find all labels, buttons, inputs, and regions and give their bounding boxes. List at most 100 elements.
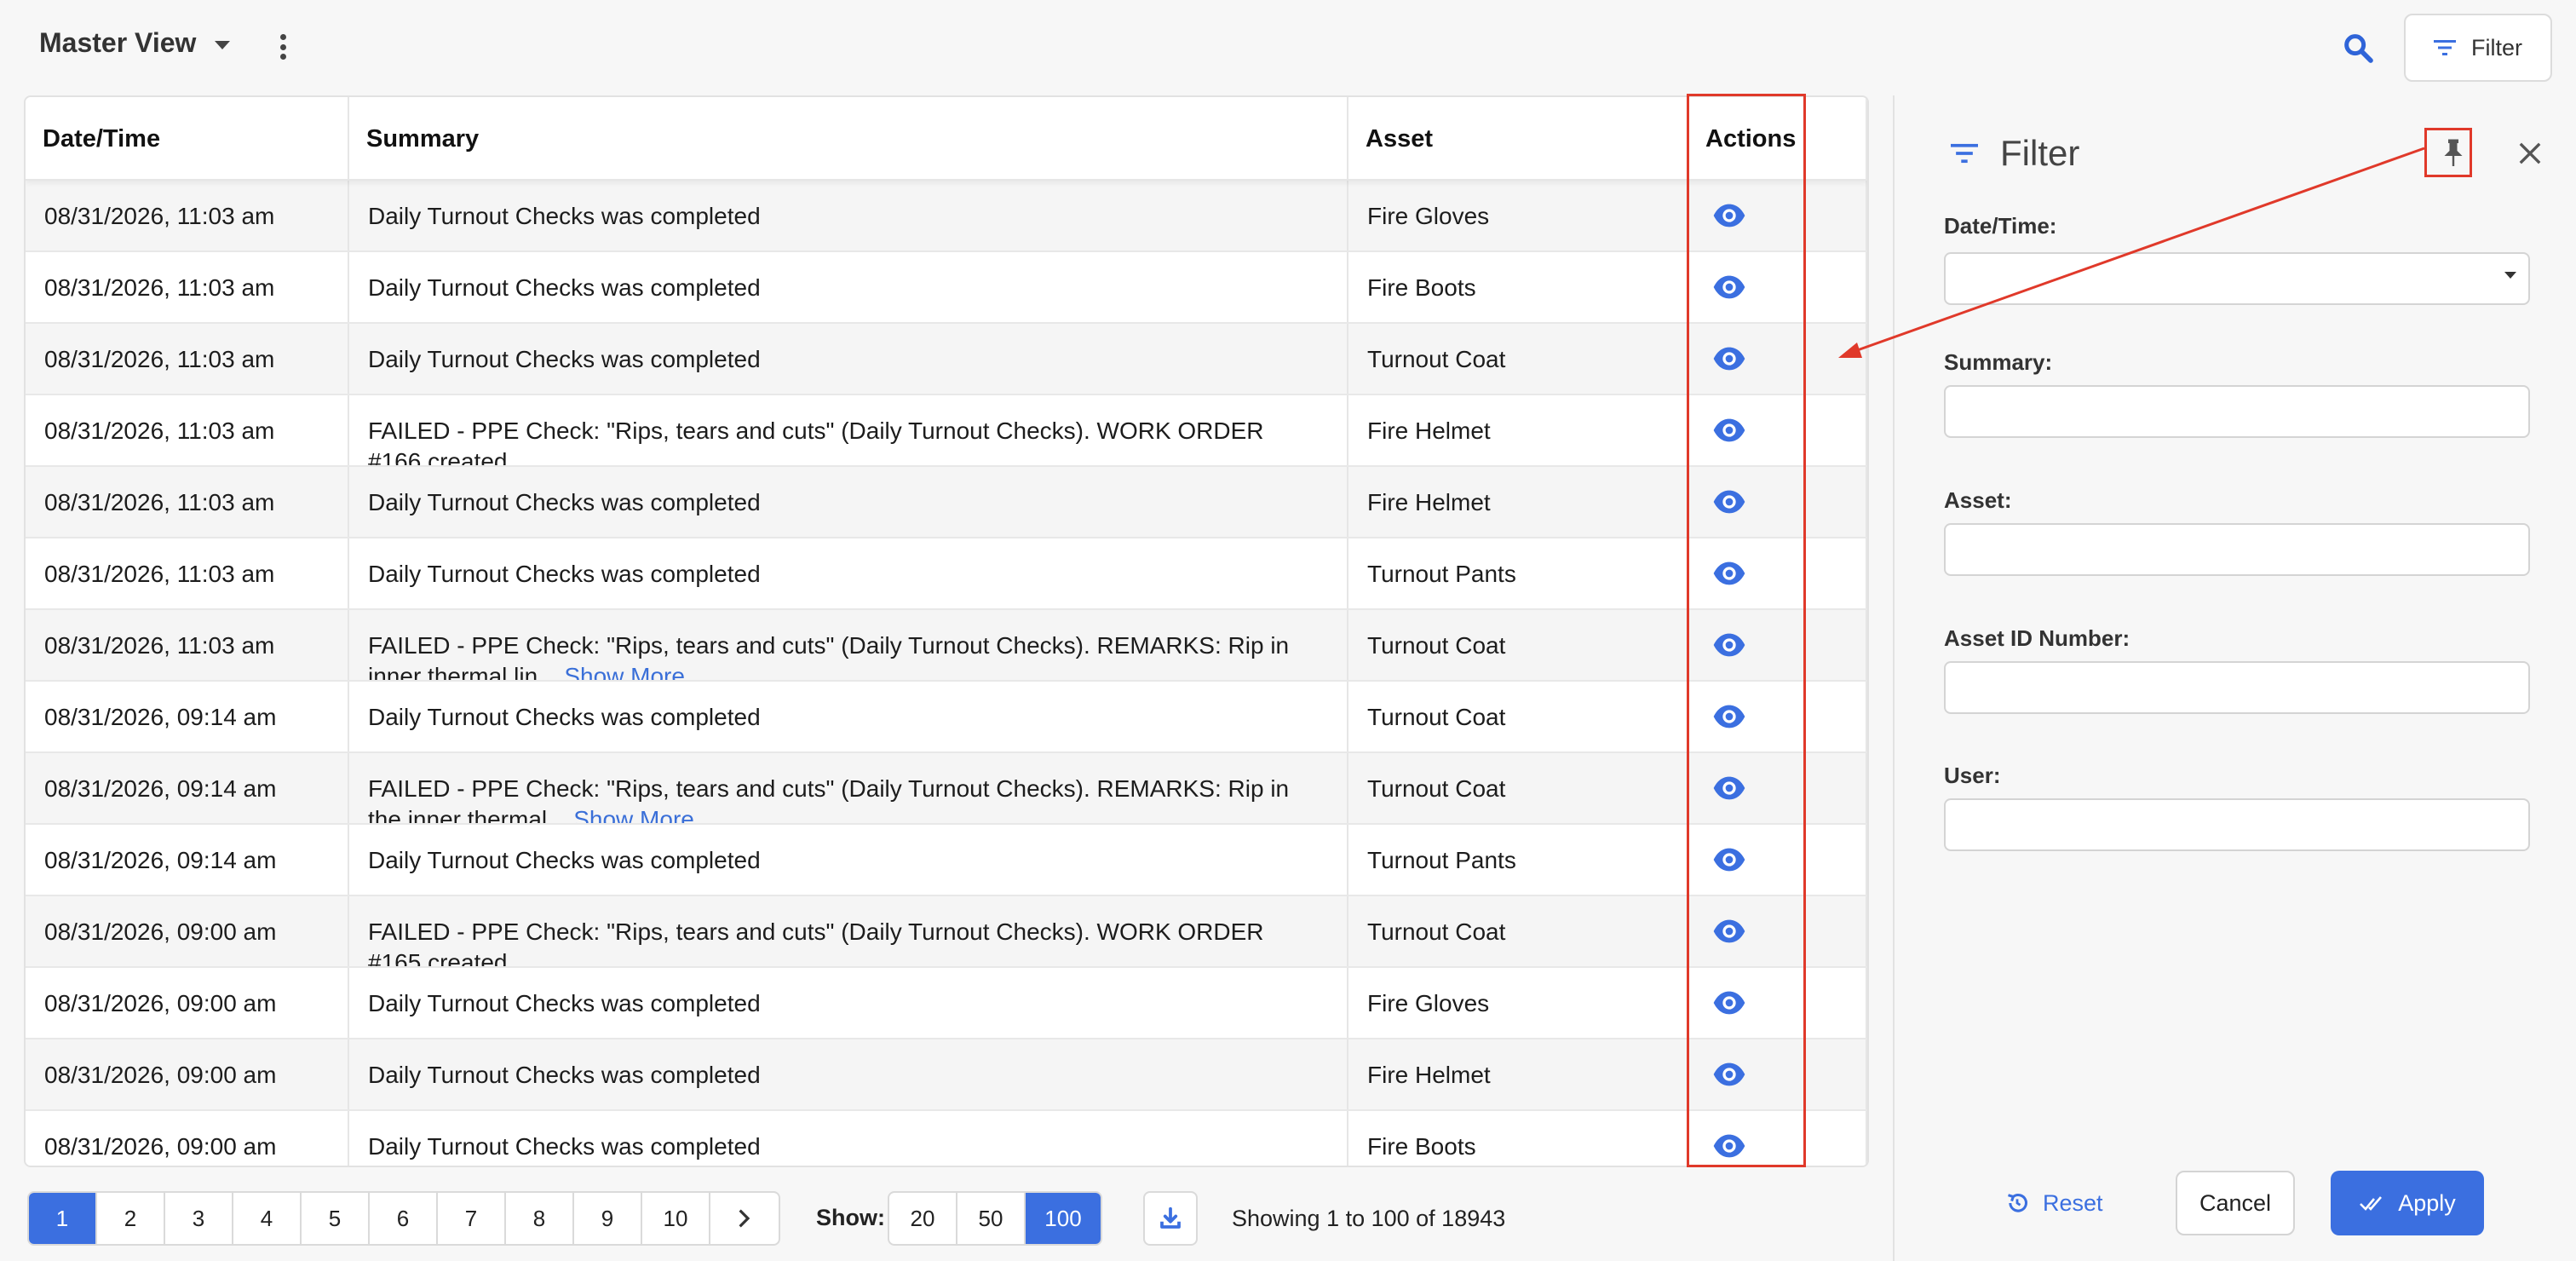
page-size-100[interactable]: 100 [1026,1193,1101,1244]
table-row[interactable]: 08/31/2026, 11:03 am Daily Turnout Checks… [26,252,1867,324]
page-button-7[interactable]: 7 [438,1193,506,1244]
cell-actions [1688,753,1867,823]
cell-asset: Turnout Coat [1348,324,1688,394]
summary-text: Daily Turnout Checks was completed [368,990,761,1016]
cell-asset: Turnout Coat [1348,753,1688,823]
column-header-summary[interactable]: Summary [349,97,1348,181]
cell-summary: Daily Turnout Checks was completed [349,324,1348,394]
show-more-link[interactable]: Show More [573,806,694,823]
cell-datetime: 08/31/2026, 11:03 am [26,324,349,394]
table-row[interactable]: 08/31/2026, 11:03 am FAILED - PPE Check: … [26,395,1867,467]
cell-datetime: 08/31/2026, 11:03 am [26,252,349,322]
page-button-2[interactable]: 2 [97,1193,165,1244]
cell-asset: Turnout Pants [1348,825,1688,895]
summary-input[interactable] [1944,385,2530,438]
page-button-9[interactable]: 9 [574,1193,642,1244]
column-header-datetime[interactable]: Date/Time [26,97,349,181]
cell-asset: Fire Helmet [1348,395,1688,465]
history-icon [2008,1194,2027,1212]
cell-summary: Daily Turnout Checks was completed [349,181,1348,250]
column-header-asset[interactable]: Asset [1348,97,1688,181]
view-eye-icon[interactable] [1712,1057,1746,1091]
show-more-link[interactable]: Show More [564,663,685,680]
table-row[interactable]: 08/31/2026, 09:00 am Daily Turnout Checks… [26,968,1867,1039]
table-row[interactable]: 08/31/2026, 11:03 am Daily Turnout Checks… [26,181,1867,252]
page-button-8[interactable]: 8 [506,1193,574,1244]
table-row[interactable]: 08/31/2026, 11:03 am Daily Turnout Checks… [26,538,1867,610]
top-bar: Master View Filter [0,0,2576,95]
search-button[interactable] [2341,31,2375,65]
cancel-button[interactable]: Cancel [2176,1171,2295,1235]
view-selector[interactable]: Master View [39,27,231,59]
table-row[interactable]: 08/31/2026, 11:03 am Daily Turnout Checks… [26,324,1867,395]
apply-button[interactable]: Apply [2331,1171,2484,1235]
page-size-20[interactable]: 20 [889,1193,957,1244]
show-label: Show: [816,1205,885,1230]
search-icon [2344,34,2373,63]
page-button-1[interactable]: 1 [29,1193,97,1244]
events-table: Date/Time Summary Asset Actions 08/31/20… [24,95,1869,1167]
more-options-icon[interactable] [274,34,291,60]
view-eye-icon[interactable] [1712,199,1746,233]
table-row[interactable]: 08/31/2026, 09:14 am Daily Turnout Checks… [26,825,1867,896]
cell-actions [1688,610,1867,680]
view-eye-icon[interactable] [1712,771,1746,805]
cell-summary: FAILED - PPE Check: "Rips, tears and cut… [349,395,1348,465]
page-button-4[interactable]: 4 [233,1193,302,1244]
view-eye-icon[interactable] [1712,986,1746,1020]
cell-actions [1688,682,1867,751]
page-button-6[interactable]: 6 [370,1193,438,1244]
view-eye-icon[interactable] [1712,556,1746,590]
page-button-5[interactable]: 5 [302,1193,370,1244]
chevron-right-icon [739,1209,750,1228]
cell-summary: Daily Turnout Checks was completed [349,538,1348,608]
table-row[interactable]: 08/31/2026, 09:14 am Daily Turnout Checks… [26,682,1867,753]
cell-summary: Daily Turnout Checks was completed [349,467,1348,537]
cell-asset: Fire Gloves [1348,968,1688,1038]
download-button[interactable] [1143,1191,1198,1246]
cell-actions [1688,825,1867,895]
page-button-3[interactable]: 3 [165,1193,233,1244]
asset-id-input[interactable] [1944,661,2530,714]
view-eye-icon[interactable] [1712,413,1746,447]
view-eye-icon[interactable] [1712,485,1746,519]
table-row[interactable]: 08/31/2026, 09:00 am FAILED - PPE Check: … [26,896,1867,968]
cell-asset: Turnout Pants [1348,538,1688,608]
datetime-select[interactable] [1944,252,2530,305]
view-eye-icon[interactable] [1712,270,1746,304]
cell-summary: Daily Turnout Checks was completed [349,968,1348,1038]
table-row[interactable]: 08/31/2026, 11:03 am FAILED - PPE Check: … [26,610,1867,682]
reset-button[interactable]: Reset [2005,1171,2103,1235]
asset-input[interactable] [1944,523,2530,576]
table-row[interactable]: 08/31/2026, 09:00 am Daily Turnout Checks… [26,1111,1867,1166]
cell-datetime: 08/31/2026, 11:03 am [26,538,349,608]
view-title: Master View [39,27,197,58]
view-eye-icon[interactable] [1712,700,1746,734]
table-row[interactable]: 08/31/2026, 11:03 am Daily Turnout Checks… [26,467,1867,538]
cell-actions [1688,1111,1867,1166]
table-row[interactable]: 08/31/2026, 09:14 am FAILED - PPE Check: … [26,753,1867,825]
filter-button[interactable]: Filter [2404,14,2552,82]
view-eye-icon[interactable] [1712,1129,1746,1163]
cell-datetime: 08/31/2026, 11:03 am [26,610,349,680]
cell-actions [1688,395,1867,465]
cell-summary: FAILED - PPE Check: "Rips, tears and cut… [349,896,1348,966]
user-input[interactable] [1944,798,2530,851]
next-page-button[interactable] [710,1193,779,1244]
page-size-selector: 20 50 100 [888,1191,1102,1246]
view-eye-icon[interactable] [1712,843,1746,877]
summary-label: Summary: [1944,349,2053,375]
table-row[interactable]: 08/31/2026, 09:00 am Daily Turnout Checks… [26,1039,1867,1111]
view-eye-icon[interactable] [1712,914,1746,948]
filter-button-label: Filter [2471,34,2522,60]
close-panel-button[interactable] [2510,133,2550,174]
view-eye-icon[interactable] [1712,628,1746,662]
page-button-10[interactable]: 10 [642,1193,710,1244]
view-eye-icon[interactable] [1712,342,1746,376]
cell-summary: FAILED - PPE Check: "Rips, tears and cut… [349,753,1348,823]
page-size-50[interactable]: 50 [957,1193,1026,1244]
cell-datetime: 08/31/2026, 09:00 am [26,896,349,966]
pin-panel-button[interactable] [2433,133,2474,174]
filter-panel-header: Filter [1951,133,2079,174]
apply-label: Apply [2398,1189,2456,1216]
